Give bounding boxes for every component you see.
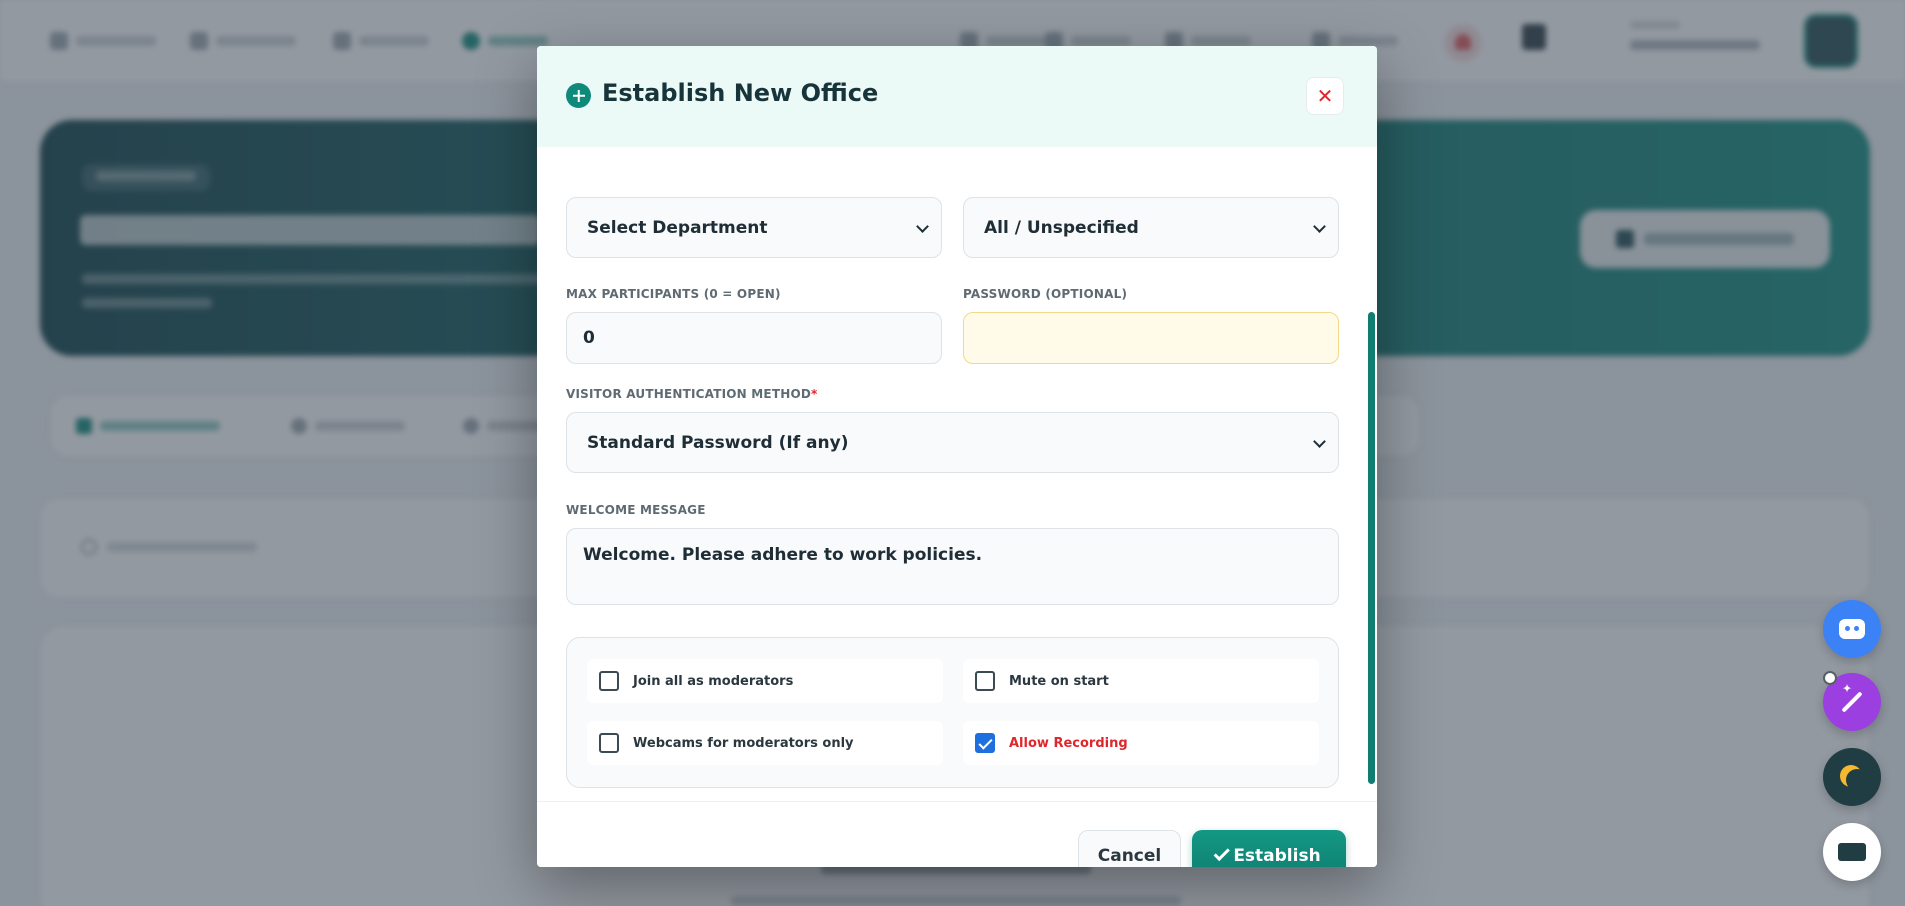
- password-label: PASSWORD (OPTIONAL): [963, 287, 1128, 301]
- option-label: Allow Recording: [1009, 735, 1128, 751]
- modal-scrollbar[interactable]: [1368, 312, 1375, 784]
- auth-method-select-value: Standard Password (If any): [587, 432, 849, 453]
- welcome-message-textarea[interactable]: Welcome. Please adhere to work policies.: [566, 528, 1339, 605]
- option-label: Join all as moderators: [633, 673, 794, 689]
- max-participants-label: MAX PARTICIPANTS (0 = OPEN): [566, 287, 781, 301]
- establish-button-label: Establish: [1233, 846, 1321, 866]
- option-allow-recording[interactable]: Allow Recording: [963, 721, 1319, 765]
- dark-mode-toggle[interactable]: [1823, 748, 1881, 806]
- option-label: Mute on start: [1009, 673, 1109, 689]
- join-moderators-checkbox[interactable]: [599, 671, 619, 691]
- auth-method-label: VISITOR AUTHENTICATION METHOD*: [566, 387, 818, 401]
- establish-office-modal: Establish New Office ✕ Select Department…: [537, 46, 1377, 867]
- scope-select[interactable]: All / Unspecified: [963, 197, 1339, 258]
- welcome-message-label: WELCOME MESSAGE: [566, 503, 706, 517]
- modal-header: Establish New Office ✕: [537, 46, 1377, 147]
- department-select[interactable]: Select Department: [566, 197, 942, 258]
- modal-title: Establish New Office: [602, 79, 879, 107]
- assistant-bot-button[interactable]: [1823, 600, 1881, 658]
- required-mark: *: [811, 387, 818, 401]
- auth-method-select[interactable]: Standard Password (If any): [566, 412, 1339, 473]
- allow-recording-checkbox[interactable]: [975, 733, 995, 753]
- screen-share-button[interactable]: [1823, 823, 1881, 881]
- webcams-moderators-checkbox[interactable]: [599, 733, 619, 753]
- scope-select-value: All / Unspecified: [984, 217, 1139, 238]
- modal-body: Select Department All / Unspecified MAX …: [537, 147, 1377, 801]
- plus-circle-icon: [566, 83, 591, 108]
- department-select-value: Select Department: [587, 217, 768, 238]
- chevron-down-icon: [1313, 220, 1326, 233]
- moon-icon: [1846, 769, 1868, 791]
- chevron-down-icon: [916, 220, 929, 233]
- options-panel: Join all as moderators Mute on start Web…: [566, 637, 1339, 788]
- mute-on-start-checkbox[interactable]: [975, 671, 995, 691]
- chevron-down-icon: [1313, 435, 1326, 448]
- auth-method-label-text: VISITOR AUTHENTICATION METHOD: [566, 387, 812, 401]
- max-participants-input[interactable]: 0: [566, 312, 942, 364]
- option-mute-on-start[interactable]: Mute on start: [963, 659, 1319, 703]
- option-label: Webcams for moderators only: [633, 735, 854, 751]
- option-webcams-moderators-only[interactable]: Webcams for moderators only: [587, 721, 943, 765]
- password-input[interactable]: [963, 312, 1339, 364]
- status-dot: [1823, 671, 1837, 685]
- robot-icon: [1839, 619, 1865, 639]
- establish-button[interactable]: Establish: [1192, 830, 1346, 867]
- cancel-button[interactable]: Cancel: [1078, 830, 1181, 867]
- check-icon: [1213, 844, 1231, 861]
- magic-wand-icon: [1841, 691, 1863, 713]
- screen-icon: [1838, 843, 1866, 861]
- option-join-as-moderators[interactable]: Join all as moderators: [587, 659, 943, 703]
- close-icon: ✕: [1316, 84, 1334, 108]
- close-button[interactable]: ✕: [1306, 77, 1344, 115]
